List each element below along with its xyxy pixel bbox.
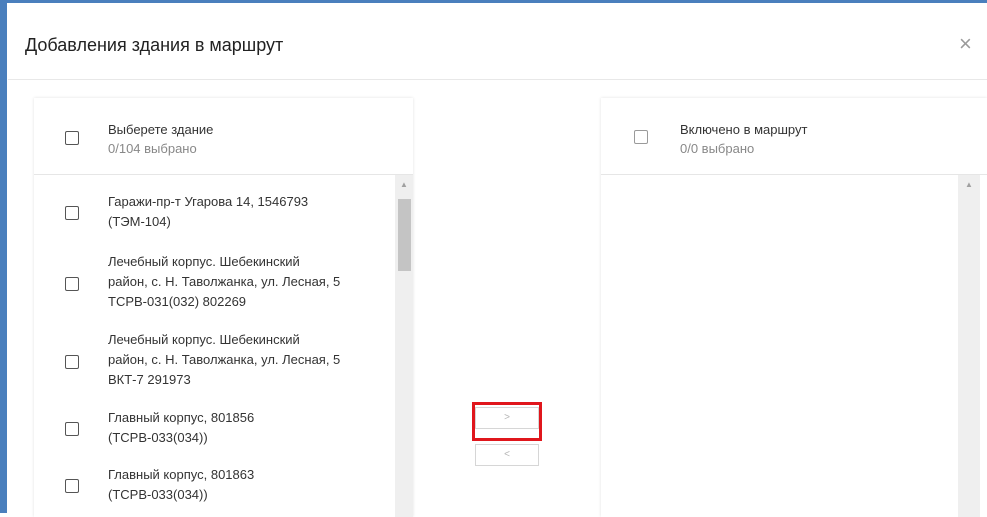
scrollbar-thumb[interactable]: [398, 199, 411, 271]
building-checkbox[interactable]: [65, 206, 79, 220]
building-label-line: ТСРВ-031(032) 802269: [108, 294, 247, 309]
route-selected-count: 0/0 выбрано: [680, 141, 755, 156]
route-list-scrollbar[interactable]: ▲: [958, 175, 980, 517]
building-label-line: (ТСРВ-033(034)): [108, 430, 208, 445]
building-label-line: Главный корпус, 801863: [108, 467, 255, 482]
add-building-dialog: Добавления здания в маршрут × Выберете з…: [8, 4, 987, 517]
building-label-line: Гаражи-пр-т Угарова 14, 1546793: [108, 194, 309, 209]
available-selected-count: 0/104 выбрано: [108, 141, 197, 156]
building-label: Лечебный корпус. Шебекинский район, с. Н…: [108, 252, 388, 312]
building-label-line: Лечебный корпус. Шебекинский: [108, 254, 300, 269]
building-label: Гаражи-пр-т Угарова 14, 1546793 (ТЭМ-104…: [108, 192, 388, 232]
building-label-line: Главный корпус, 801856: [108, 410, 255, 425]
building-checkbox[interactable]: [65, 422, 79, 436]
window-frame-top: [0, 0, 987, 3]
building-label-line: ВКТ-7 291973: [108, 372, 191, 387]
building-checkbox[interactable]: [65, 479, 79, 493]
window-frame-left: [0, 0, 7, 513]
close-icon[interactable]: ×: [959, 33, 972, 55]
dialog-header: Добавления здания в маршрут ×: [8, 4, 987, 80]
dialog-title: Добавления здания в маршрут: [25, 35, 284, 55]
building-label-line: (ТЭМ-104): [108, 214, 171, 229]
route-panel-header: Включено в маршрут 0/0 выбрано: [601, 98, 987, 175]
route-buildings-panel: Включено в маршрут 0/0 выбрано ▲: [601, 98, 987, 517]
available-buildings-list[interactable]: Гаражи-пр-т Угарова 14, 1546793 (ТЭМ-104…: [34, 175, 390, 517]
available-panel-header: Выберете здание 0/104 выбрано: [34, 98, 413, 175]
available-list-scrollbar[interactable]: ▲: [395, 175, 413, 517]
building-label: Главный корпус, 801863 (ТСРВ-033(034)): [108, 465, 388, 505]
scroll-up-arrow-icon[interactable]: ▲: [965, 181, 973, 189]
building-label-line: район, с. Н. Таволжанка, ул. Лесная, 5: [108, 352, 341, 367]
highlight-annotation: [472, 402, 542, 441]
select-all-available-checkbox[interactable]: [65, 131, 79, 145]
building-label: Главный корпус, 801856 (ТСРВ-033(034)): [108, 408, 388, 448]
building-label-line: Лечебный корпус. Шебекинский: [108, 332, 300, 347]
route-panel-title: Включено в маршрут: [680, 122, 808, 137]
available-panel-title: Выберете здание: [108, 122, 214, 137]
building-checkbox[interactable]: [65, 355, 79, 369]
building-label-line: район, с. Н. Таволжанка, ул. Лесная, 5: [108, 274, 341, 289]
building-label: Лечебный корпус. Шебекинский район, с. Н…: [108, 330, 388, 390]
select-all-route-checkbox[interactable]: [634, 130, 648, 144]
building-checkbox[interactable]: [65, 277, 79, 291]
available-buildings-panel: Выберете здание 0/104 выбрано Гаражи-пр-…: [34, 98, 413, 517]
remove-from-route-button[interactable]: <: [475, 444, 539, 466]
scroll-up-arrow-icon[interactable]: ▲: [400, 181, 408, 189]
building-label-line: (ТСРВ-033(034)): [108, 487, 208, 502]
